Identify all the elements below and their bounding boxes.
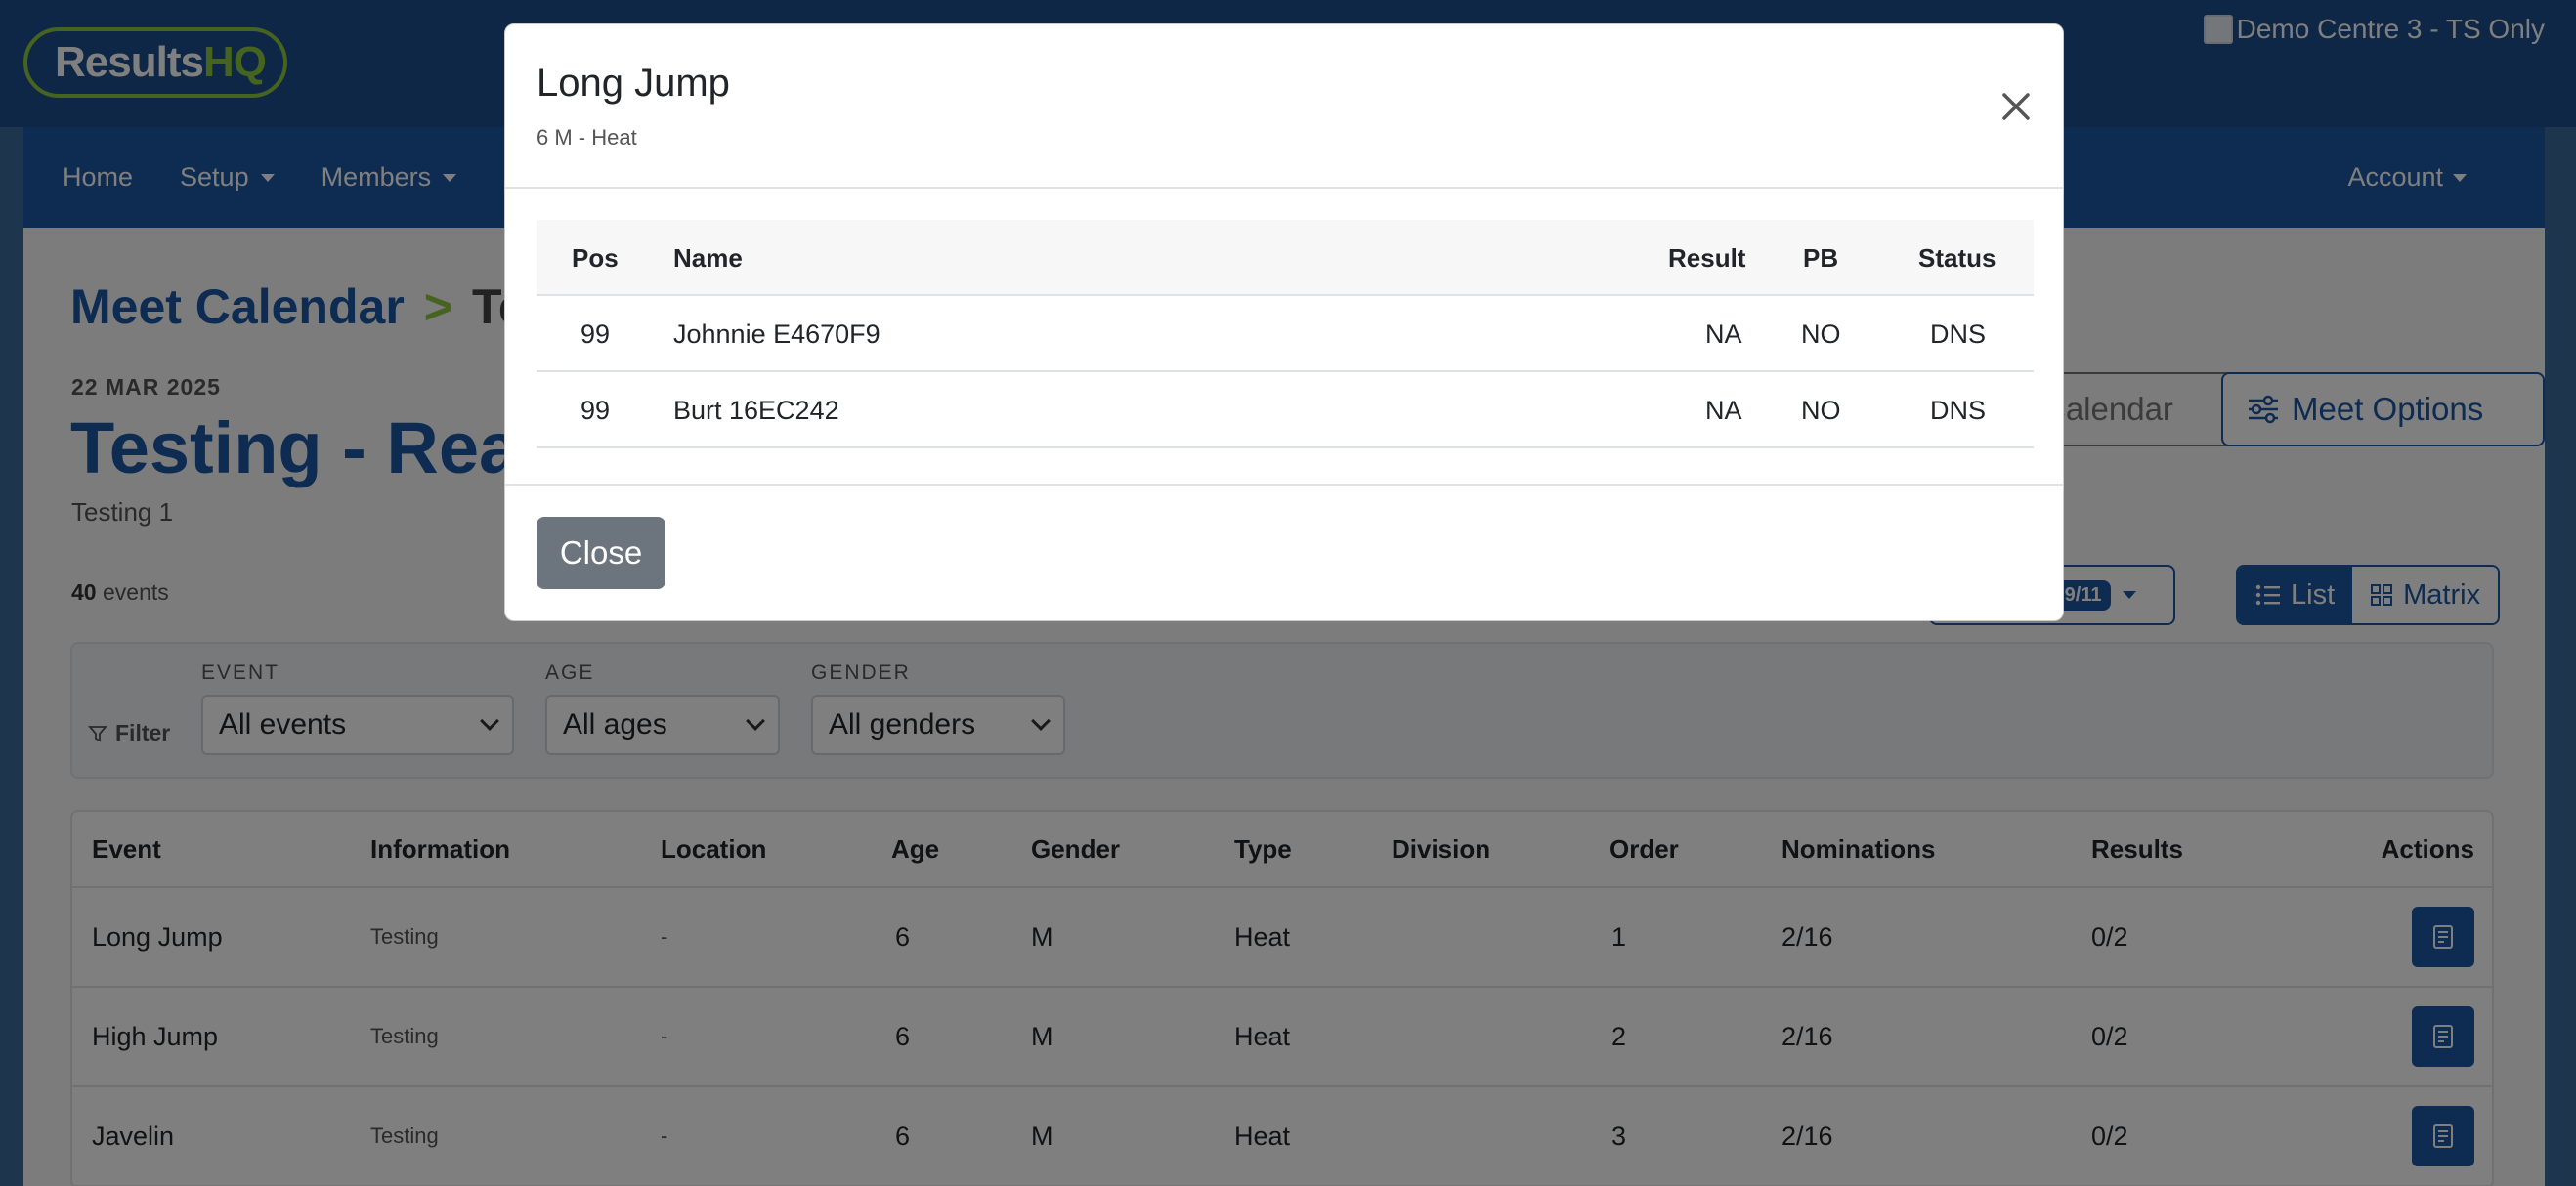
table-row: 99 Johnnie E4670F9 NA NO DNS [537, 296, 2034, 372]
close-button[interactable]: Close [537, 517, 665, 589]
athlete-pos: 99 [580, 319, 611, 349]
modal-footer-divider [505, 484, 2063, 486]
athlete-result: NA [1705, 396, 1742, 425]
modal-title: Long Jump [537, 62, 730, 105]
athlete-name: Johnnie E4670F9 [673, 319, 880, 349]
athlete-status: DNS [1930, 396, 1987, 425]
modal-results-table: Pos Name Result PB Status 99 Johnnie E46… [537, 220, 2034, 448]
modal-header-divider [505, 187, 2063, 189]
table-row: 99 Burt 16EC242 NA NO DNS [537, 372, 2034, 448]
athlete-pb: NO [1801, 319, 1841, 349]
close-button-label: Close [559, 534, 643, 571]
col-header-name: Name [673, 243, 743, 273]
col-header-pos: Pos [572, 243, 619, 273]
athlete-pb: NO [1801, 396, 1841, 425]
col-header-result: Result [1668, 243, 1746, 273]
athlete-result: NA [1705, 319, 1742, 349]
athlete-pos: 99 [580, 396, 611, 425]
athlete-status: DNS [1930, 319, 1987, 349]
results-modal: Long Jump 6 M - Heat Pos Name Result PB … [504, 23, 2064, 621]
athlete-name: Burt 16EC242 [673, 396, 839, 425]
modal-table-header-row: Pos Name Result PB Status [537, 220, 2034, 296]
modal-subtitle: 6 M - Heat [537, 125, 637, 149]
col-header-pb: PB [1803, 243, 1839, 273]
close-icon[interactable] [1996, 87, 2036, 126]
col-header-status: Status [1918, 243, 1996, 273]
